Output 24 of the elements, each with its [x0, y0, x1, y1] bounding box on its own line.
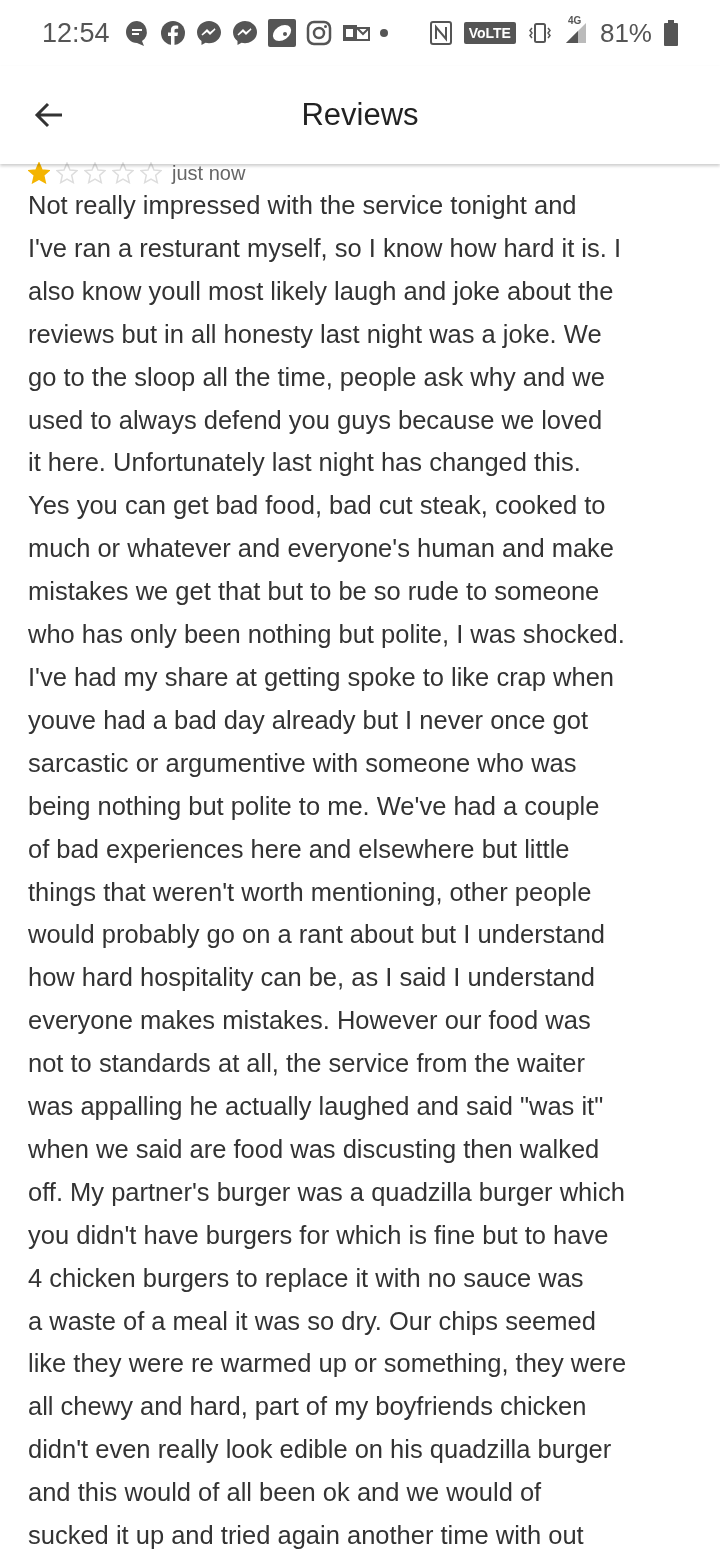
empty-star-icon: [84, 162, 106, 184]
message-icon: [123, 19, 150, 47]
empty-star-icon: [140, 162, 162, 184]
empty-star-icon: [56, 162, 78, 184]
social-icon: [159, 20, 186, 46]
back-arrow-icon: [34, 102, 64, 128]
filled-star-icon: [28, 162, 50, 184]
battery-level: 81%: [599, 17, 652, 49]
mail-icon: [341, 22, 370, 44]
battery-icon: [664, 20, 678, 46]
dot-icon: [379, 29, 388, 37]
review-time: just now: [172, 161, 246, 185]
page-title: Reviews: [301, 97, 419, 133]
clock-time: 12:54: [42, 17, 110, 49]
camera-icon: [305, 20, 332, 46]
vibrate-icon: [527, 21, 552, 45]
review-text: Not really impressed with the service tonight and I've ran a resturant myself, so I know how hard it is. I also know youll most likely laugh and joke about the reviews but in all honesty last night was a joke. We go to the sloop all the time, people ask why and we used to always defend you guys because we loved it here. Unfortunately last night has changed this. Yes you can get bad food, bad cut steak, cooked to much or whatever and everyone's human and make mistakes we get that but to be so rude to someone who has only been nothing but polite, I was shocked. I've had my share at getting spoke to like crap when youve had a bad day already but I never once got sarcastic or argumentive with someone who was being nothing but polite to me. We've had a couple of bad experiences here and elsewhere but little things that weren't worth mentioning, other people would probably go on a rant about but I understand how hard hospitality can be, as I said I understand everyone makes mistakes. However our food was not to standards at all, the service from the waiter was appalling he actually laughed and said "was it" when we said are food was discusting then walked off. My partner's burger was a quadzilla burger which you didn't have burgers for which is fine but to have 4 chicken burgers to replace it with no sauce was a waste of a meal it was so dry. Our chips seemed like they were re warmed up or something, they were all chewy and hard, part of my boyfriends chicken didn't even really look edible on his quadzilla burger and this would of all been ok and we would of sucked it up and tried again another time with out: [28, 190, 628, 1552]
nfc-icon: [429, 21, 452, 45]
chat-icon: [231, 20, 258, 46]
chat-icon: [195, 20, 222, 46]
network-badge: VoLTE: [463, 22, 516, 44]
app-icon: [267, 19, 296, 47]
empty-star-icon: [112, 162, 134, 184]
network-type: 4G: [567, 15, 582, 26]
